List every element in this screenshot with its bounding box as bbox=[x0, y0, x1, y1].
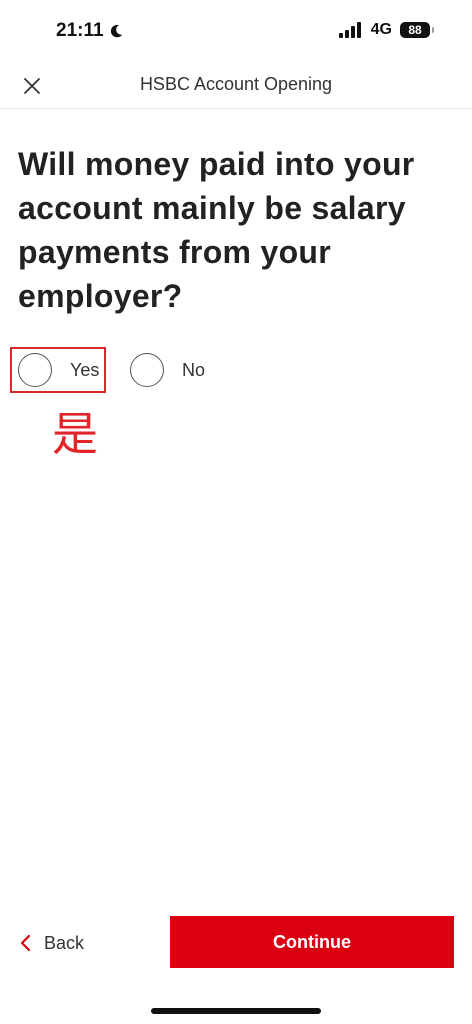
moon-icon bbox=[110, 24, 122, 38]
radio-no[interactable] bbox=[130, 353, 164, 387]
battery-level: 88 bbox=[408, 23, 422, 37]
status-indicators: 4G 88 bbox=[338, 21, 434, 39]
app-header: HSBC Account Opening bbox=[0, 64, 472, 109]
home-indicator bbox=[151, 1008, 321, 1014]
battery-icon: 88 bbox=[400, 22, 434, 38]
radio-yes[interactable] bbox=[18, 353, 52, 387]
option-yes-label: Yes bbox=[70, 359, 100, 380]
back-label: Back bbox=[44, 932, 85, 953]
option-yes[interactable]: Yes bbox=[10, 347, 106, 393]
continue-button[interactable]: Continue bbox=[170, 916, 454, 968]
option-no[interactable]: No bbox=[130, 347, 205, 393]
question-heading: Will money paid into your account mainly… bbox=[18, 146, 415, 314]
status-time: 21:11 bbox=[56, 20, 124, 42]
status-time-text: 21:11 bbox=[56, 20, 104, 41]
radio-group: Yes No bbox=[10, 347, 205, 393]
annotation-text: 是 bbox=[52, 407, 98, 461]
network-label: 4G bbox=[370, 21, 392, 38]
option-no-label: No bbox=[182, 359, 206, 380]
chevron-left-icon bbox=[20, 934, 31, 952]
page-title: HSBC Account Opening bbox=[139, 74, 333, 94]
signal-icon bbox=[338, 22, 361, 38]
back-button[interactable]: Back bbox=[18, 926, 84, 960]
status-bar: 21:11 4G 88 bbox=[0, 0, 472, 64]
